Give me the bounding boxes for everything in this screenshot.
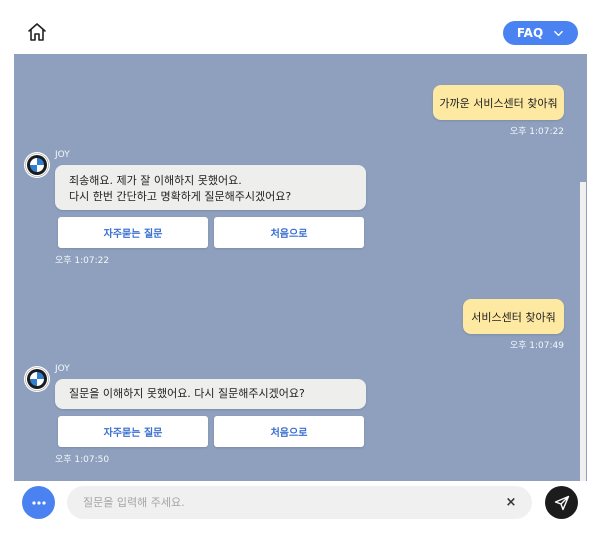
message-timestamp: 오후 1:07:22 [55, 256, 110, 266]
bot-avatar [24, 366, 50, 392]
bot-name: JOY [55, 150, 70, 160]
user-message-bubble: 가까운 서비스센터 찾아줘 [433, 85, 564, 120]
send-icon [554, 495, 569, 510]
more-dots-icon [31, 500, 46, 505]
user-message-text: 가까운 서비스센터 찾아줘 [439, 96, 558, 110]
user-message-text: 서비스센터 찾아줘 [471, 310, 556, 324]
bot-message-text: 죄송해요. 제가 잘 이해하지 못했어요. [69, 174, 242, 187]
message-input-container [67, 486, 532, 519]
chevron-down-icon [554, 30, 564, 36]
faq-quick-button[interactable]: 자주묻는 질문 [58, 217, 208, 248]
faq-label: FAQ [516, 26, 544, 40]
faq-quick-button[interactable]: 자주묻는 질문 [58, 416, 208, 447]
bot-message-bubble: 질문을 이해하지 못했어요. 다시 질문해주시겠어요? [55, 379, 366, 409]
bot-message-text: 질문을 이해하지 못했어요. 다시 질문해주시겠어요? [69, 387, 305, 400]
send-button[interactable] [545, 486, 578, 519]
message-input[interactable] [83, 486, 483, 519]
header: FAQ [0, 0, 600, 54]
home-icon [28, 23, 46, 41]
message-timestamp: 오후 1:07:49 [509, 341, 564, 351]
message-timestamp: 오후 1:07:50 [55, 455, 110, 465]
menu-button[interactable] [22, 486, 55, 519]
bot-avatar [24, 152, 50, 178]
bot-message-text: 다시 한번 간단하고 명확하게 질문해주시겠어요? [69, 190, 292, 203]
home-quick-button[interactable]: 처음으로 [214, 416, 364, 447]
clear-input-button[interactable]: × [504, 493, 518, 511]
faq-dropdown-button[interactable]: FAQ [503, 21, 578, 45]
bot-message-bubble: 죄송해요. 제가 잘 이해하지 못했어요. 다시 한번 간단하고 명확하게 질문… [55, 165, 366, 210]
bmw-logo-icon [25, 367, 49, 391]
user-message-bubble: 서비스센터 찾아줘 [463, 299, 564, 334]
home-button[interactable] [26, 21, 48, 43]
chat-scrollbar[interactable] [580, 182, 586, 481]
home-quick-button[interactable]: 처음으로 [214, 217, 364, 248]
message-timestamp: 오후 1:07:22 [509, 127, 564, 137]
chat-area[interactable]: 가까운 서비스센터 찾아줘 오후 1:07:22 JOY 죄송해요. 제가 잘 … [14, 54, 587, 481]
bot-name: JOY [55, 364, 70, 374]
bmw-logo-icon [25, 153, 49, 177]
